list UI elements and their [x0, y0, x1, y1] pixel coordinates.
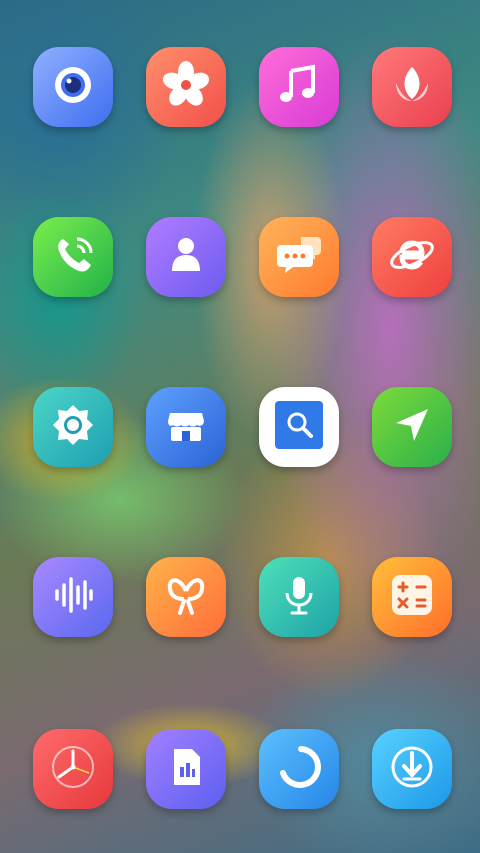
app-navigation[interactable]	[372, 387, 452, 467]
download-icon	[384, 739, 440, 799]
app-camera[interactable]	[33, 47, 113, 127]
app-messages[interactable]	[259, 217, 339, 297]
home-screen-app-grid	[0, 0, 480, 853]
person-icon	[158, 227, 214, 287]
browser-e-icon	[384, 227, 440, 287]
app-store[interactable]	[146, 387, 226, 467]
lotus-icon	[384, 57, 440, 117]
store-icon	[158, 397, 214, 457]
app-settings[interactable]	[33, 387, 113, 467]
app-contacts[interactable]	[146, 217, 226, 297]
chat-bubble-icon	[271, 227, 327, 287]
app-gallery[interactable]	[146, 47, 226, 127]
search-icon	[271, 397, 327, 457]
app-voice-assistant[interactable]	[259, 557, 339, 637]
camera-lens-icon	[45, 57, 101, 117]
location-arrow-icon	[384, 397, 440, 457]
gear-icon	[45, 397, 101, 457]
app-phone[interactable]	[33, 217, 113, 297]
sim-card-icon	[158, 739, 214, 799]
calculator-icon	[384, 567, 440, 627]
app-loading[interactable]	[259, 729, 339, 809]
butterfly-icon	[158, 567, 214, 627]
app-clock[interactable]	[33, 729, 113, 809]
app-butterfly[interactable]	[146, 557, 226, 637]
app-search[interactable]	[259, 387, 339, 467]
app-browser[interactable]	[372, 217, 452, 297]
microphone-icon	[271, 567, 327, 627]
flower-icon	[158, 57, 214, 117]
clock-icon	[45, 739, 101, 799]
app-theme[interactable]	[372, 47, 452, 127]
app-music[interactable]	[259, 47, 339, 127]
ring-icon	[271, 739, 327, 799]
app-calculator[interactable]	[372, 557, 452, 637]
phone-icon	[45, 227, 101, 287]
music-note-icon	[271, 57, 327, 117]
app-sim-toolkit[interactable]	[146, 729, 226, 809]
app-voice-recorder[interactable]	[33, 557, 113, 637]
sound-wave-icon	[45, 567, 101, 627]
app-downloads[interactable]	[372, 729, 452, 809]
